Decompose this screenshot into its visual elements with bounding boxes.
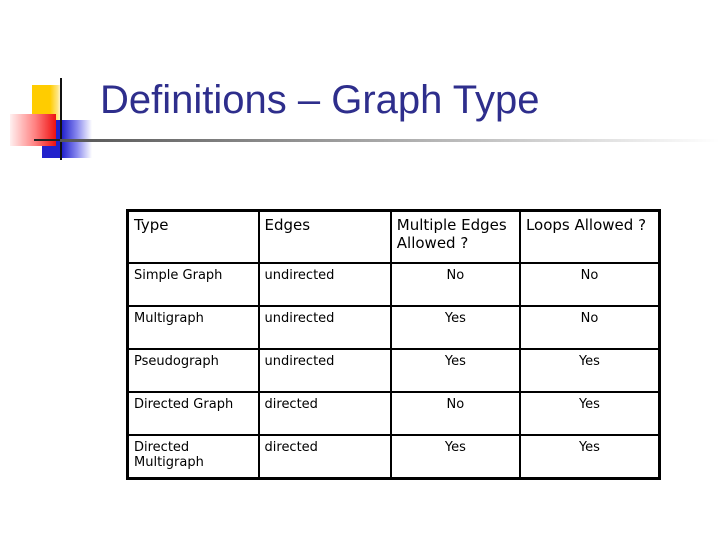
cell-type: Simple Graph: [126, 262, 260, 307]
header-type: Type: [126, 209, 260, 264]
cell-type: Directed Multigraph: [126, 434, 260, 480]
cell-multiple-edges: Yes: [389, 305, 521, 350]
cell-edges: undirected: [257, 305, 392, 350]
header-loops: Loops Allowed ?: [518, 209, 661, 264]
header-multiple-edges: Multiple Edges Allowed ?: [389, 209, 521, 264]
cell-multiple-edges: Yes: [389, 434, 521, 480]
cell-multiple-edges: Yes: [389, 348, 521, 393]
cell-loops: Yes: [518, 391, 661, 436]
vertical-line-decoration: [60, 78, 62, 160]
cell-edges: directed: [257, 391, 392, 436]
cell-loops: No: [518, 305, 661, 350]
cell-multiple-edges: No: [389, 262, 521, 307]
red-square-icon: [10, 114, 56, 146]
cell-loops: Yes: [518, 434, 661, 480]
cell-type: Pseudograph: [126, 348, 260, 393]
cell-edges: directed: [257, 434, 392, 480]
title-underline: [60, 139, 720, 142]
graph-type-table: Type Edges Multiple Edges Allowed ? Loop…: [126, 209, 661, 480]
cell-loops: No: [518, 262, 661, 307]
cell-edges: undirected: [257, 262, 392, 307]
cell-loops: Yes: [518, 348, 661, 393]
table-header-row: Type Edges Multiple Edges Allowed ? Loop…: [126, 209, 661, 264]
cell-edges: undirected: [257, 348, 392, 393]
table-row: Pseudograph undirected Yes Yes: [126, 348, 661, 393]
table-row: Directed Graph directed No Yes: [126, 391, 661, 436]
table-row: Multigraph undirected Yes No: [126, 305, 661, 350]
cell-type: Multigraph: [126, 305, 260, 350]
table-row: Directed Multigraph directed Yes Yes: [126, 434, 661, 480]
cell-multiple-edges: No: [389, 391, 521, 436]
table-row: Simple Graph undirected No No: [126, 262, 661, 307]
header-edges: Edges: [257, 209, 392, 264]
slide-title: Definitions – Graph Type: [100, 78, 540, 122]
cell-type: Directed Graph: [126, 391, 260, 436]
